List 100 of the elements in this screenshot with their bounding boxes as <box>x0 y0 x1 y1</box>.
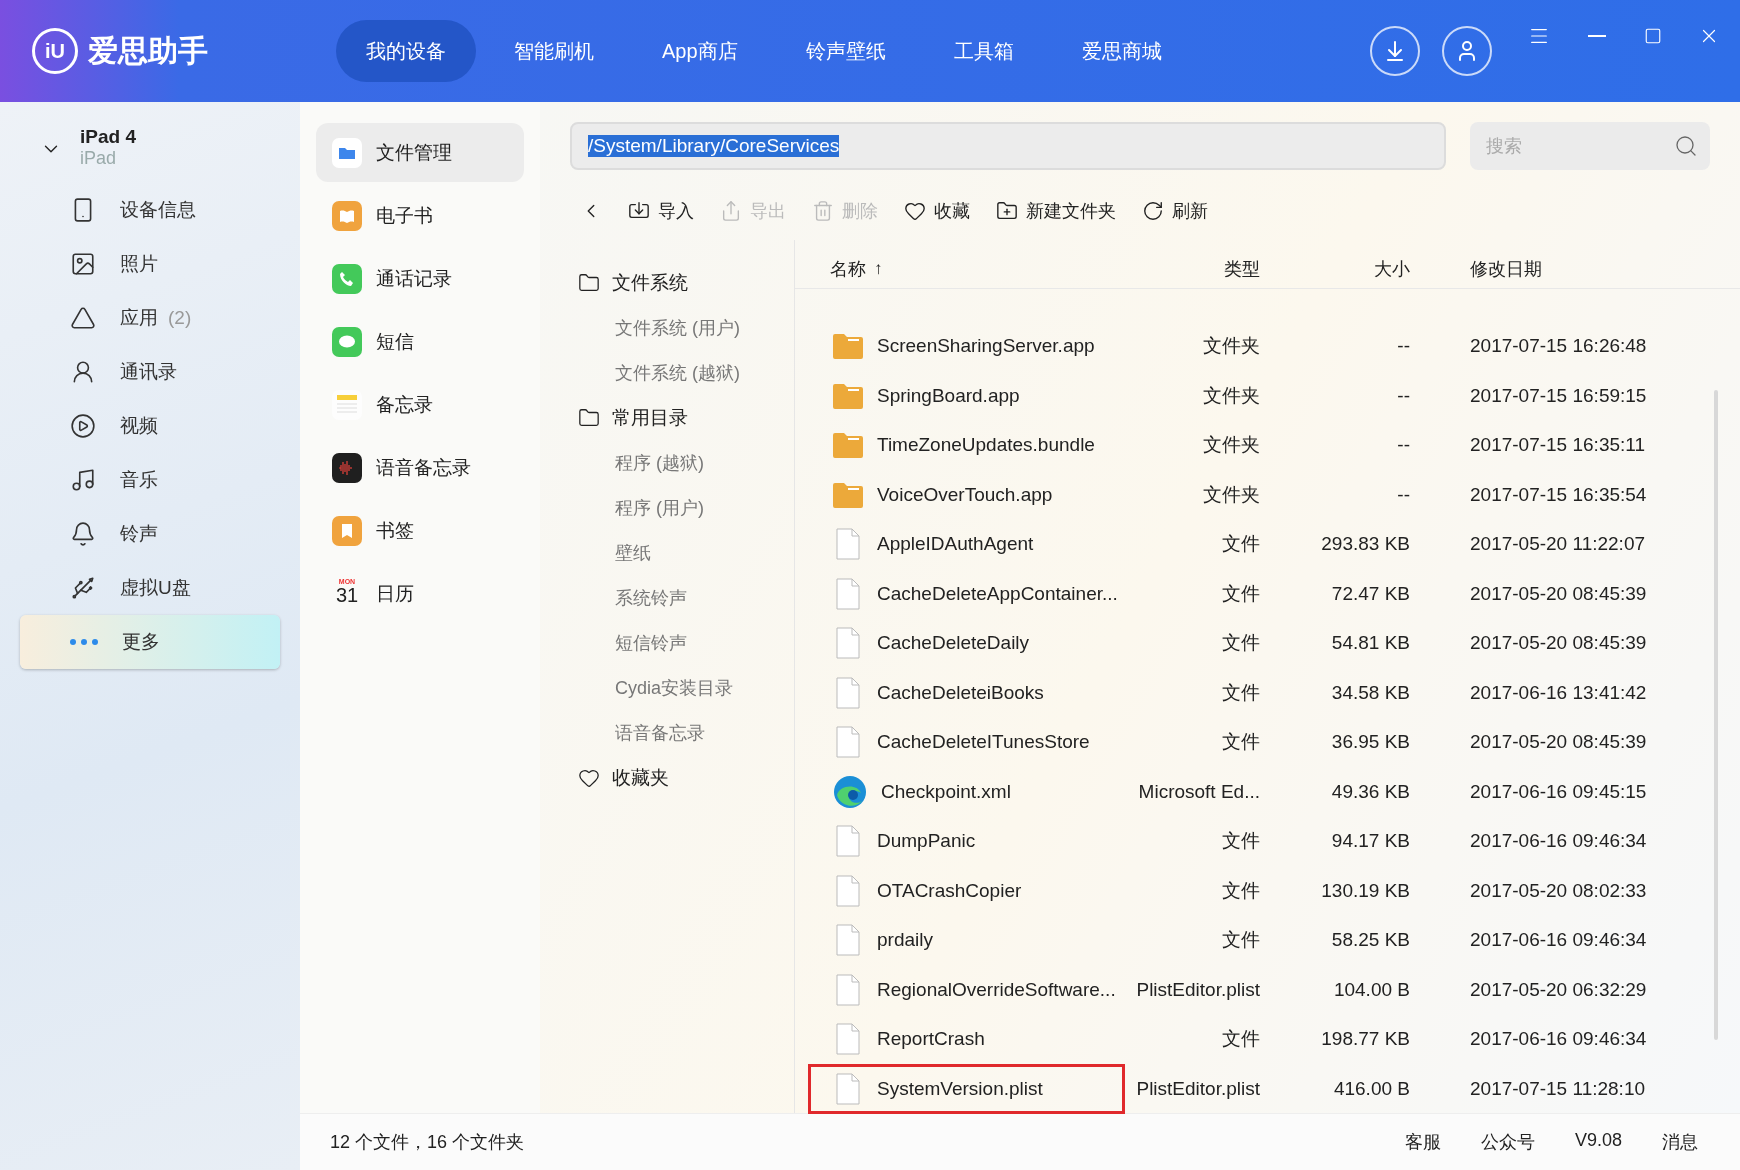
tool-item[interactable]: 书签 <box>316 501 524 560</box>
sidebar-item[interactable]: 通讯录 <box>20 345 280 399</box>
file-name[interactable]: CacheDeleteAppContainer... <box>877 582 1118 605</box>
tool-item[interactable]: 短信 <box>316 312 524 371</box>
sidebar-item[interactable]: 设备信息 <box>20 183 280 237</box>
file-name[interactable]: RegionalOverrideSoftware... <box>877 978 1116 1001</box>
path-field[interactable]: /System/Library/CoreServices <box>570 122 1446 170</box>
refresh-icon <box>1142 200 1164 222</box>
file-icon <box>833 676 863 709</box>
bell-icon <box>70 521 96 547</box>
nav-tab[interactable]: 智能刷机 <box>484 20 624 82</box>
download-button[interactable] <box>1370 26 1420 76</box>
tool-item[interactable]: 电子书 <box>316 186 524 245</box>
file-size: 54.81 KB <box>1330 632 1411 654</box>
file-name[interactable]: AppleIDAuthAgent <box>877 533 1034 555</box>
nav-tab[interactable]: 工具箱 <box>923 20 1044 82</box>
file-name[interactable]: VoiceOverTouch.app <box>877 483 1053 506</box>
scrollbar[interactable] <box>1714 390 1718 1040</box>
tool-label: 日历 <box>376 581 414 606</box>
nav-tab[interactable]: App商店 <box>632 20 768 82</box>
device-model: iPad <box>80 148 118 169</box>
status-link[interactable]: 客服 <box>1404 1130 1441 1154</box>
tree-item[interactable]: 程序 (越狱) <box>540 440 794 485</box>
sidebar-item[interactable]: 虚拟U盘 <box>20 561 280 615</box>
sidebar-item[interactable]: 铃声 <box>20 507 280 561</box>
sidebar-label: 设备信息 <box>120 198 196 222</box>
file-name[interactable]: CacheDeleteDaily <box>877 632 1030 654</box>
file-name[interactable]: TimeZoneUpdates.bundle <box>877 434 1095 456</box>
column-header[interactable]: 修改日期 <box>1470 257 1542 282</box>
sidebar-item[interactable]: 照片 <box>20 237 280 291</box>
nav-tab[interactable]: 我的设备 <box>336 20 476 82</box>
file-name[interactable]: CacheDeleteiBooks <box>877 681 1044 704</box>
tool-item[interactable]: 通话记录 <box>316 249 524 308</box>
toolbar-button[interactable]: 刷新 <box>1142 199 1208 223</box>
column-header[interactable]: 类型 <box>1224 257 1260 282</box>
file-date: 2017-05-20 08:45:39 <box>1469 731 1648 753</box>
column-header[interactable]: 大小 <box>1374 257 1410 282</box>
status-link[interactable]: V9.08 <box>1574 1130 1622 1154</box>
file-type: 文件夹 <box>1202 383 1261 408</box>
tree-item[interactable]: 短信铃声 <box>540 620 794 665</box>
tool-item[interactable]: 文件管理 <box>316 123 524 182</box>
sidebar-item[interactable]: 视频 <box>20 399 280 453</box>
nav-tab[interactable]: 爱思商城 <box>1051 20 1192 82</box>
bookmark-app-icon <box>332 515 362 546</box>
sidebar-item[interactable]: 应用 (2) <box>20 291 280 345</box>
file-name[interactable]: OTACrashCopier <box>877 879 1022 902</box>
nav-tab[interactable]: 铃声壁纸 <box>775 20 916 82</box>
usb-icon <box>70 575 96 601</box>
file-date: 2017-06-16 09:45:15 <box>1469 780 1648 803</box>
tool-item[interactable]: 语音备忘录 <box>316 438 524 497</box>
file-type: 文件 <box>1221 631 1261 655</box>
file-name[interactable]: prdaily <box>877 929 933 951</box>
column-header[interactable]: 名称 <box>830 257 866 282</box>
toolbar-button[interactable]: 新建文件夹 <box>996 199 1116 223</box>
file-name[interactable]: SystemVersion.plist <box>877 1077 1043 1100</box>
search-field[interactable]: 搜索 <box>1470 122 1710 170</box>
maximize-button[interactable] <box>1644 27 1662 45</box>
file-name[interactable]: Checkpoint.xml <box>881 780 1011 803</box>
tree-item[interactable]: 语音备忘录 <box>540 710 794 755</box>
tree-item[interactable]: 壁纸 <box>540 530 794 575</box>
sidebar-item[interactable]: 音乐 <box>20 453 280 507</box>
sort-arrow[interactable]: ↑ <box>874 259 883 280</box>
image-icon <box>70 251 96 277</box>
share-icon <box>720 200 742 222</box>
file-date: 2017-07-15 16:35:54 <box>1469 483 1648 506</box>
file-date: 2017-07-15 11:28:10 <box>1469 1077 1647 1100</box>
folder-plus-icon <box>996 200 1018 222</box>
waveform-app-icon <box>332 452 362 483</box>
file-size: 34.58 KB <box>1330 681 1411 704</box>
file-type: 文件夹 <box>1202 482 1261 507</box>
folder-icon <box>578 271 600 294</box>
toolbar-button[interactable]: 收藏 <box>904 199 970 223</box>
tree-item[interactable]: 收藏夹 <box>540 755 794 800</box>
tree-item[interactable]: 文件系统 (用户) <box>540 305 794 350</box>
toolbar-button[interactable]: 导入 <box>628 199 694 223</box>
notes-app-icon <box>332 389 362 420</box>
tool-item[interactable]: 备忘录 <box>316 375 524 434</box>
sidebar-item[interactable]: 更多 <box>20 615 280 669</box>
play-icon <box>70 413 96 439</box>
tool-label: 备忘录 <box>376 392 433 417</box>
search-icon[interactable] <box>1674 134 1698 158</box>
tree-item[interactable]: 文件系统 <box>540 260 794 305</box>
tree-item[interactable]: 系统铃声 <box>540 575 794 620</box>
tree-item[interactable]: Cydia安装目录 <box>540 665 794 710</box>
status-link[interactable]: 消息 <box>1662 1130 1698 1154</box>
tree-item[interactable]: 文件系统 (越狱) <box>540 350 794 395</box>
tree-item[interactable]: 常用目录 <box>540 395 794 440</box>
file-type: Microsoft Ed... <box>1137 780 1261 803</box>
file-name[interactable]: DumpPanic <box>877 830 976 852</box>
tool-label: 短信 <box>376 329 414 354</box>
account-button[interactable] <box>1442 26 1492 76</box>
file-name[interactable]: CacheDeleteITunesStore <box>877 731 1090 753</box>
status-link[interactable]: 公众号 <box>1480 1130 1535 1154</box>
file-icon <box>833 825 863 857</box>
file-name[interactable]: ReportCrash <box>877 1028 985 1050</box>
file-name[interactable]: ScreenSharingServer.app <box>877 335 1095 357</box>
file-icon <box>833 973 863 1006</box>
book-app-icon <box>332 200 362 231</box>
file-name[interactable]: SpringBoard.app <box>877 384 1020 407</box>
tree-item[interactable]: 程序 (用户) <box>540 485 794 530</box>
